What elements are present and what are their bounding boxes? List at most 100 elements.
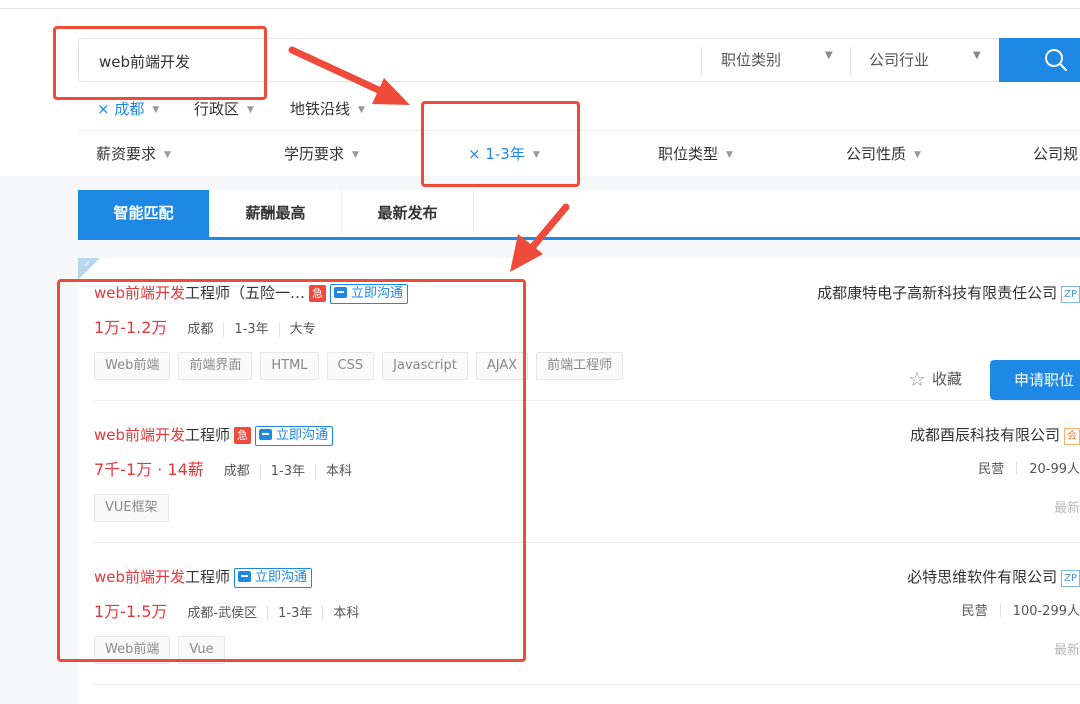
job-location: 成都 (223, 464, 250, 479)
industry-select[interactable]: 公司行业 ▼ (869, 49, 989, 73)
salary: 1万-1.5万 (94, 602, 168, 621)
chat-button[interactable]: 立即沟通 (330, 284, 409, 304)
filter-divider (78, 130, 1080, 131)
company-type: 民营 (961, 604, 988, 619)
star-icon: ☆ (908, 367, 926, 391)
job-meta: 1万-1.5万 成都-武侯区 1-3年 本科 (94, 598, 370, 622)
chat-icon (259, 429, 273, 440)
job-title-keyword: web前端开发 (94, 568, 186, 586)
apply-button[interactable]: 申请职位 (990, 360, 1080, 400)
job-title[interactable]: web前端开发工程师 立即沟通 (94, 566, 313, 588)
caret-down-icon: ▼ (247, 105, 254, 115)
check-icon: ✓ (83, 259, 92, 270)
latest-label: 最新 (1053, 643, 1080, 658)
tab-smart-match[interactable]: 智能匹配 (78, 190, 210, 237)
job-tag: Vue (178, 636, 225, 664)
top-bar: web前端开发 职位类别 ▼ 公司行业 ▼ × 成都 ▼ 行政区 ▼ 地铁沿线 ▼ 薪… (0, 0, 1080, 176)
job-title-keyword: web前端开发 (94, 426, 186, 444)
job-experience: 1-3年 (259, 464, 316, 479)
job-location: 成都 (187, 322, 214, 337)
chat-label: 立即沟通 (276, 428, 329, 443)
caret-down-icon: ▼ (914, 150, 921, 160)
company-badge: 会 (1064, 428, 1080, 445)
job-list: ✓ web前端开发工程师（五险一… 急立即沟通 1万-1.2万 成都 1-3年 大专 W… (78, 258, 1080, 704)
filter-company-type-label: 公司性质 (846, 145, 907, 163)
urgent-badge: 急 (309, 285, 327, 302)
company-info: 民营 100-299人 (962, 600, 1080, 619)
job-tag: AJAX (475, 352, 529, 380)
info-separator (999, 603, 1001, 617)
filter-city-label: × 成都 (97, 100, 145, 118)
job-title-keyword: web前端开发 (94, 284, 186, 302)
job-title[interactable]: web前端开发工程师（五险一… 急 立即沟通 (94, 282, 409, 304)
chat-label: 立即沟通 (255, 570, 308, 585)
job-category-label: 职位类别 (721, 51, 782, 69)
job-education: 本科 (322, 606, 370, 621)
chat-icon (334, 287, 348, 298)
row-divider (94, 400, 1080, 401)
search-input[interactable]: web前端开发 (99, 51, 190, 72)
company-name[interactable]: 成都康特电子高新科技有限责任公司 ZP (817, 282, 1080, 303)
company-name-text: 成都康特电子高新科技有限责任公司 (817, 284, 1058, 302)
job-card[interactable]: web前端开发工程师急 立即沟通 7千-1万 · 14薪 成都 1-3年 本科 VUE框… (78, 424, 1080, 534)
company-badge: ZP (1061, 286, 1080, 303)
chat-icon (238, 571, 252, 582)
salary: 7千-1万 · 14薪 (94, 460, 204, 479)
filter-district[interactable]: 行政区 ▼ (194, 98, 254, 119)
row-divider (94, 684, 1080, 685)
caret-down-icon: ▼ (352, 150, 359, 160)
job-tags: Web前端 Vue (94, 636, 233, 664)
filter-experience[interactable]: × 1-3年 ▼ (468, 143, 540, 164)
job-category-select[interactable]: 职位类别 ▼ (721, 49, 841, 73)
job-title-rest: 工程师 (185, 568, 231, 586)
tab-highest-salary[interactable]: 薪酬最高 (210, 190, 342, 237)
filter-company-size[interactable]: 公司规 (1033, 143, 1078, 164)
job-title-rest: 工程师 (185, 426, 231, 444)
top-divider (0, 8, 1080, 9)
company-name[interactable]: 成都酉辰科技有限公司会 (910, 424, 1080, 445)
favorite-button[interactable]: ☆ 收藏 (908, 367, 962, 391)
job-title[interactable]: web前端开发工程师急 立即沟通 (94, 424, 334, 446)
filter-education[interactable]: 学历要求 ▼ (284, 143, 359, 164)
filter-company-type[interactable]: 公司性质 ▼ (846, 143, 921, 164)
search-button[interactable] (999, 38, 1080, 82)
job-education: 大专 (278, 322, 326, 337)
filter-metro[interactable]: 地铁沿线 ▼ (290, 98, 365, 119)
caret-down-icon: ▼ (973, 50, 981, 61)
filter-job-type[interactable]: 职位类型 ▼ (658, 143, 733, 164)
search-divider (850, 47, 851, 75)
job-location: 成都-武侯区 (187, 606, 258, 621)
industry-label: 公司行业 (869, 51, 930, 69)
filter-city[interactable]: × 成都 ▼ (97, 98, 159, 119)
tab-latest[interactable]: 最新发布 (342, 190, 474, 237)
chat-label: 立即沟通 (351, 286, 404, 301)
company-name[interactable]: 必特思维软件有限公司 ZP (907, 566, 1080, 587)
caret-down-icon: ▼ (825, 50, 833, 61)
search-box: web前端开发 职位类别 ▼ 公司行业 ▼ (78, 38, 1080, 82)
caret-down-icon: ▼ (726, 150, 733, 160)
info-separator (1016, 461, 1018, 475)
filter-salary-label: 薪资要求 (96, 145, 157, 163)
job-tag: 前端界面 (178, 352, 253, 380)
caret-down-icon: ▼ (152, 105, 160, 115)
job-card[interactable]: web前端开发工程师 立即沟通 1万-1.5万 成都-武侯区 1-3年 本科 Web前端… (78, 566, 1080, 676)
job-card[interactable]: web前端开发工程师（五险一… 急 立即沟通 1万-1.2万 成都 1-3年 大专 Web… (78, 282, 1080, 402)
company-size: 20-99人 (1029, 462, 1080, 477)
filter-education-label: 学历要求 (284, 145, 345, 163)
filter-experience-label: × 1-3年 (468, 145, 525, 163)
chat-button[interactable]: 立即沟通 (234, 568, 313, 588)
urgent-badge: 急 (234, 427, 252, 444)
job-education: 本科 (315, 464, 363, 479)
chat-button[interactable]: 立即沟通 (255, 426, 334, 446)
sort-tabs: 智能匹配 薪酬最高 最新发布 (78, 190, 1080, 240)
row-divider (94, 542, 1080, 543)
company-badge: ZP (1061, 570, 1080, 587)
filter-metro-label: 地铁沿线 (290, 100, 351, 118)
caret-down-icon: ▼ (358, 105, 365, 115)
job-tags: Web前端 前端界面 HTML CSS Javascript AJAX 前端工程师 (94, 352, 631, 380)
job-meta: 1万-1.2万 成都 1-3年 大专 (94, 314, 326, 338)
company-name-text: 必特思维软件有限公司 (907, 568, 1058, 586)
filter-salary[interactable]: 薪资要求 ▼ (96, 143, 171, 164)
caret-down-icon: ▼ (164, 150, 171, 160)
filter-district-label: 行政区 (194, 100, 240, 118)
